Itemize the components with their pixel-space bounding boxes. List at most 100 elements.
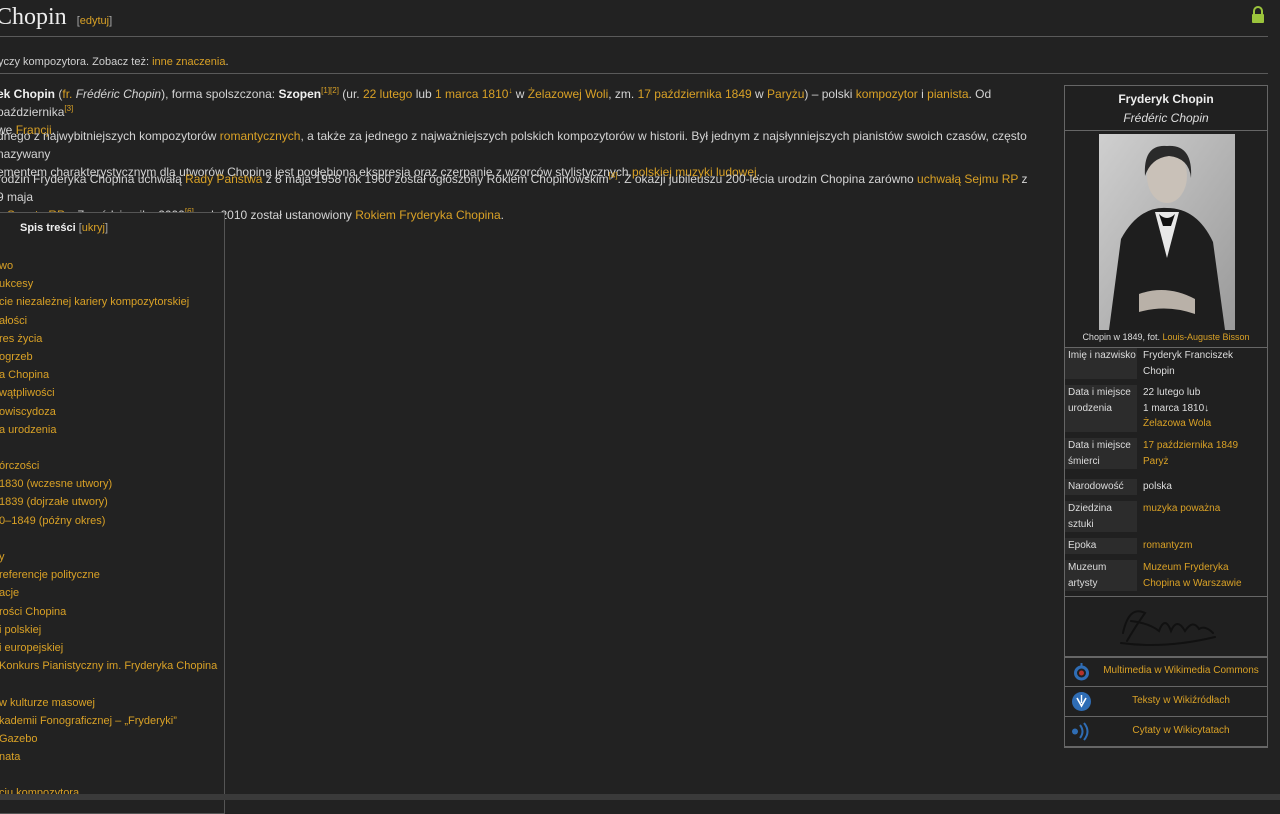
- toc-item[interactable]: a Chopina: [0, 366, 217, 384]
- toc-item[interactable]: i europejskiej: [0, 639, 217, 657]
- toc-item[interactable]: res życia: [0, 330, 217, 348]
- text: w: [751, 87, 768, 101]
- chopin-year-link[interactable]: Rokiem Fryderyka Chopina: [355, 208, 500, 222]
- sejm-link[interactable]: uchwałą Sejmu RP: [917, 172, 1018, 186]
- hatnote-text: yczy kompozytora. Zobacz też:: [0, 56, 153, 68]
- lock-icon[interactable]: [1251, 6, 1265, 27]
- toc-item[interactable]: nata: [0, 748, 217, 766]
- toc-item[interactable]: ogrzeb: [0, 348, 217, 366]
- profession-link[interactable]: kompozytor: [856, 87, 918, 101]
- wikiquote-icon: [1071, 721, 1092, 742]
- infobox-value-link[interactable]: 17 października 1849: [1143, 438, 1267, 454]
- reference-link[interactable]: [2]: [330, 86, 339, 95]
- infobox-original-name: Frédéric Chopin: [1123, 111, 1209, 125]
- infobox-header: Fryderyk Chopin Frédéric Chopin: [1065, 86, 1267, 131]
- infobox-link-row[interactable]: Cytaty w Wikicytatach: [1065, 716, 1267, 747]
- infobox-value-link[interactable]: Chopina w Warszawie: [1143, 576, 1267, 592]
- edit-link[interactable]: edytuj: [80, 15, 109, 27]
- toc-title: Spis treści [ukryj]: [20, 222, 108, 234]
- edit-section: [edytuj]: [77, 15, 112, 27]
- toc-item[interactable]: 1839 (dojrzałe utwory): [0, 493, 217, 511]
- toc-item[interactable]: ukcesy: [0, 275, 217, 293]
- toc-item[interactable]: kademii Fonograficznej – „Fryderyki”: [0, 712, 217, 730]
- infobox-value-link[interactable]: romantyzm: [1143, 538, 1267, 554]
- text: w: [512, 87, 528, 101]
- wikisource-link[interactable]: Teksty w Wikiźródłach: [1095, 695, 1267, 706]
- toc-item[interactable]: Gazebo: [0, 730, 217, 748]
- infobox-link-row[interactable]: Multimedia w Wikimedia Commons: [1065, 656, 1267, 687]
- intro-line: rodzin Fryderyka Chopina uchwałą Rady Pa…: [0, 170, 1037, 206]
- wikimedia-commons-icon: [1071, 661, 1092, 682]
- portrait-photo[interactable]: [1099, 134, 1235, 330]
- wikiquote-link[interactable]: Cytaty w Wikicytatach: [1095, 725, 1267, 736]
- bold-name: Szopen: [278, 87, 322, 101]
- infobox-label: Dziedzina sztuki: [1065, 501, 1137, 532]
- infobox-link-row[interactable]: Teksty w Wikiźródłach: [1065, 686, 1267, 717]
- infobox-row: Imię i nazwisko Fryderyk Franciszek Chopin: [1065, 348, 1267, 379]
- hatnote-link[interactable]: inne znaczenia: [152, 56, 225, 68]
- toc-item[interactable]: y: [0, 548, 217, 566]
- toc-item[interactable]: 1830 (wczesne utwory): [0, 475, 217, 493]
- toc-hide-link[interactable]: ukryj: [82, 222, 105, 234]
- commons-link[interactable]: Multimedia w Wikimedia Commons: [1095, 665, 1267, 676]
- intro-line: dnego z najwybitniejszych kompozytorów r…: [0, 127, 1037, 163]
- language-link[interactable]: fr.: [62, 87, 72, 101]
- toc-item[interactable]: wo: [0, 257, 217, 275]
- page-title: Chopin [edytuj]: [0, 4, 112, 31]
- infobox-label: Imię i nazwisko: [1065, 348, 1137, 379]
- toc-item[interactable]: referencje polityczne: [0, 566, 217, 584]
- infobox-value: muzyka poważna: [1137, 501, 1267, 532]
- place-link[interactable]: Żelazowej Woli: [528, 87, 608, 101]
- toc-item[interactable]: ałości: [0, 312, 217, 330]
- toc-item[interactable]: a urodzenia: [0, 421, 217, 439]
- infobox-value-line: 1 marca 1810↓: [1143, 402, 1210, 414]
- photographer-link[interactable]: Louis-Auguste Bisson: [1163, 332, 1250, 342]
- date-link[interactable]: 22 lutego: [363, 87, 412, 101]
- reference-link[interactable]: [4]: [609, 171, 618, 180]
- council-link[interactable]: Rady Państwa: [185, 172, 262, 186]
- text: dnego z najwybitniejszych kompozytorów: [0, 129, 220, 143]
- toc-item[interactable]: 0–1849 (późny okres): [0, 512, 217, 530]
- intro-line: ek Chopin (fr. Frédéric Chopin), forma s…: [0, 85, 1037, 121]
- toc-item[interactable]: i polskiej: [0, 621, 217, 639]
- romantic-link[interactable]: romantycznych: [220, 129, 301, 143]
- profession-link[interactable]: pianista: [927, 87, 968, 101]
- reference-link[interactable]: [3]: [64, 104, 73, 113]
- toc-hide-bracket: ]: [105, 222, 109, 234]
- text: .: [500, 208, 504, 222]
- text: , zm.: [608, 87, 638, 101]
- infobox-value-link[interactable]: Muzeum Fryderyka: [1143, 560, 1267, 576]
- toc-item[interactable]: Konkurs Pianistyczny im. Fryderyka Chopi…: [0, 657, 217, 675]
- toc-item[interactable]: rości Chopina: [0, 603, 217, 621]
- bold-name: ek Chopin: [0, 87, 56, 101]
- toc-item[interactable]: acje: [0, 584, 217, 602]
- toc-item[interactable]: w kulturze masowej: [0, 694, 217, 712]
- toc-item: [0, 675, 217, 693]
- infobox-row: Muzeum artysty Muzeum Fryderyka Chopina w …: [1065, 560, 1267, 591]
- infobox-value-line: Fryderyk Franciszek: [1143, 350, 1234, 361]
- date-link[interactable]: 17 października 1849: [638, 87, 752, 101]
- text: z 8 maja 1958 rok 1960 został ogłoszony …: [262, 172, 609, 186]
- infobox: Fryderyk Chopin Frédéric Chopin Chopin w…: [1064, 85, 1268, 748]
- infobox-label: Data i miejsce urodzenia: [1065, 385, 1137, 432]
- infobox-row: Narodowość polska: [1065, 479, 1267, 495]
- infobox-value: Muzeum Fryderyka Chopina w Warszawie: [1137, 560, 1267, 591]
- date-link[interactable]: 1 marca 1810: [435, 87, 508, 101]
- infobox-name: Fryderyk Chopin: [1118, 92, 1214, 106]
- toc-item[interactable]: cie niezależnej kariery kompozytorskiej: [0, 293, 217, 311]
- infobox-value-link[interactable]: Żelazowa Wola: [1143, 416, 1267, 432]
- reference-link[interactable]: [1]: [321, 86, 330, 95]
- infobox-value: Fryderyk Franciszek Chopin: [1137, 348, 1267, 379]
- toc-item[interactable]: owiscydoza: [0, 403, 217, 421]
- infobox-value-link[interactable]: muzyka poważna: [1143, 501, 1267, 517]
- infobox-label: Narodowość: [1065, 479, 1137, 495]
- french-name: Frédéric Chopin: [75, 87, 162, 101]
- toc-item[interactable]: órczości: [0, 457, 217, 475]
- infobox-value-link[interactable]: Paryż: [1143, 454, 1267, 470]
- toc-item: [0, 766, 217, 784]
- toc-list: wo ukcesy cie niezależnej kariery kompozyt…: [0, 257, 217, 803]
- horizontal-scrollbar[interactable]: [0, 794, 1280, 800]
- toc-item[interactable]: wątpliwości: [0, 384, 217, 402]
- place-link[interactable]: Paryżu: [767, 87, 804, 101]
- wikisource-icon: [1071, 691, 1092, 712]
